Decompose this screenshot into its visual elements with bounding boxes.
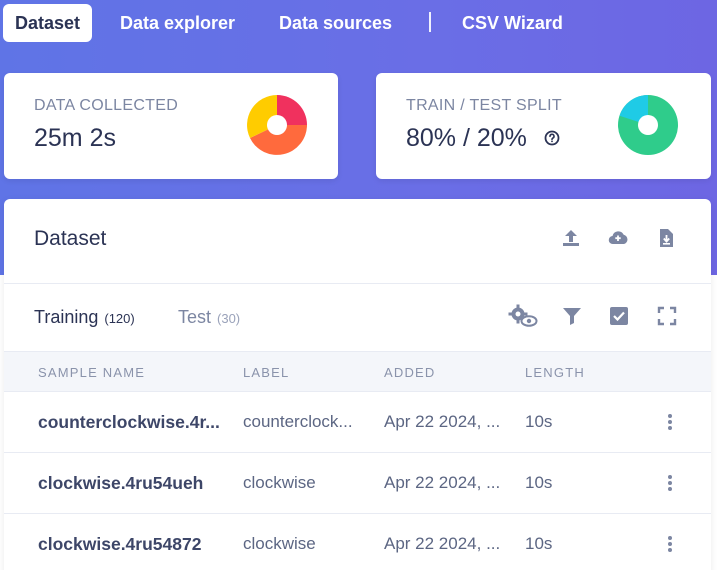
- added-cell: Apr 22 2024, ...: [384, 473, 501, 492]
- pie-chart-icon: [247, 95, 307, 155]
- data-collected-label: DATA COLLECTED: [34, 97, 179, 114]
- nav-tab-csv-wizard[interactable]: CSV Wizard: [462, 4, 563, 42]
- length-cell: 10s: [525, 473, 553, 492]
- upload-icon[interactable]: [560, 227, 582, 249]
- train-test-split-value: 80% / 20%: [406, 124, 527, 152]
- panel-divider: [4, 283, 711, 284]
- nav-tab-data-sources[interactable]: Data sources: [279, 4, 392, 42]
- top-nav: Dataset Data explorer Data sources CSV W…: [0, 0, 717, 46]
- nav-tab-data-explorer[interactable]: Data explorer: [120, 4, 235, 42]
- tab-test-count: (30): [217, 311, 241, 326]
- label-cell: clockwise: [243, 473, 316, 492]
- train-test-split-label: TRAIN / TEST SPLIT: [406, 97, 562, 114]
- added-cell: Apr 22 2024, ...: [384, 534, 501, 553]
- tab-test[interactable]: Test (30): [178, 307, 240, 328]
- length-cell: 10s: [525, 412, 553, 431]
- tab-training-count: (120): [104, 311, 135, 326]
- length-cell: 10s: [525, 534, 553, 553]
- train-test-split-card: TRAIN / TEST SPLIT 80% / 20%: [376, 73, 711, 179]
- more-vertical-icon[interactable]: [664, 534, 676, 554]
- more-vertical-icon[interactable]: [664, 412, 676, 432]
- column-header-length[interactable]: LENGTH: [525, 365, 585, 380]
- checkbox-icon[interactable]: [607, 304, 631, 328]
- dataset-panel: Dataset Training (120) Test (30) SAMPLE …: [4, 199, 711, 570]
- sample-name-cell[interactable]: clockwise.4ru54872: [38, 534, 233, 555]
- table-header: SAMPLE NAME LABEL ADDED LENGTH: [4, 351, 711, 392]
- added-cell: Apr 22 2024, ...: [384, 412, 501, 431]
- sample-name-cell[interactable]: clockwise.4ru54ueh: [38, 473, 233, 494]
- settings-eye-icon[interactable]: [508, 304, 538, 328]
- fullscreen-icon[interactable]: [655, 304, 679, 328]
- data-collected-card: DATA COLLECTED 25m 2s: [4, 73, 338, 179]
- pie-chart-icon: [618, 95, 678, 155]
- sample-name-cell[interactable]: counterclockwise.4r...: [38, 412, 233, 433]
- tab-test-label: Test: [178, 307, 212, 327]
- column-header-label[interactable]: LABEL: [243, 365, 289, 380]
- column-header-sample-name[interactable]: SAMPLE NAME: [38, 365, 145, 380]
- question-circle-icon[interactable]: [544, 130, 560, 146]
- table-row[interactable]: clockwise.4ru54ueh clockwise Apr 22 2024…: [4, 453, 711, 514]
- table-row[interactable]: counterclockwise.4r... counterclock... A…: [4, 392, 711, 453]
- label-cell: counterclock...: [243, 412, 353, 431]
- panel-title: Dataset: [34, 227, 107, 250]
- label-cell: clockwise: [243, 534, 316, 553]
- nav-separator: [429, 12, 431, 32]
- more-vertical-icon[interactable]: [664, 473, 676, 493]
- cloud-upload-icon[interactable]: [607, 227, 629, 249]
- column-header-added[interactable]: ADDED: [384, 365, 436, 380]
- data-collected-value: 25m 2s: [34, 124, 116, 152]
- filter-icon[interactable]: [560, 304, 584, 328]
- table-row[interactable]: clockwise.4ru54872 clockwise Apr 22 2024…: [4, 514, 711, 570]
- download-file-icon[interactable]: [655, 227, 677, 249]
- tab-training-label: Training: [34, 307, 99, 327]
- tab-training[interactable]: Training (120): [34, 307, 135, 328]
- nav-tab-dataset[interactable]: Dataset: [3, 4, 93, 42]
